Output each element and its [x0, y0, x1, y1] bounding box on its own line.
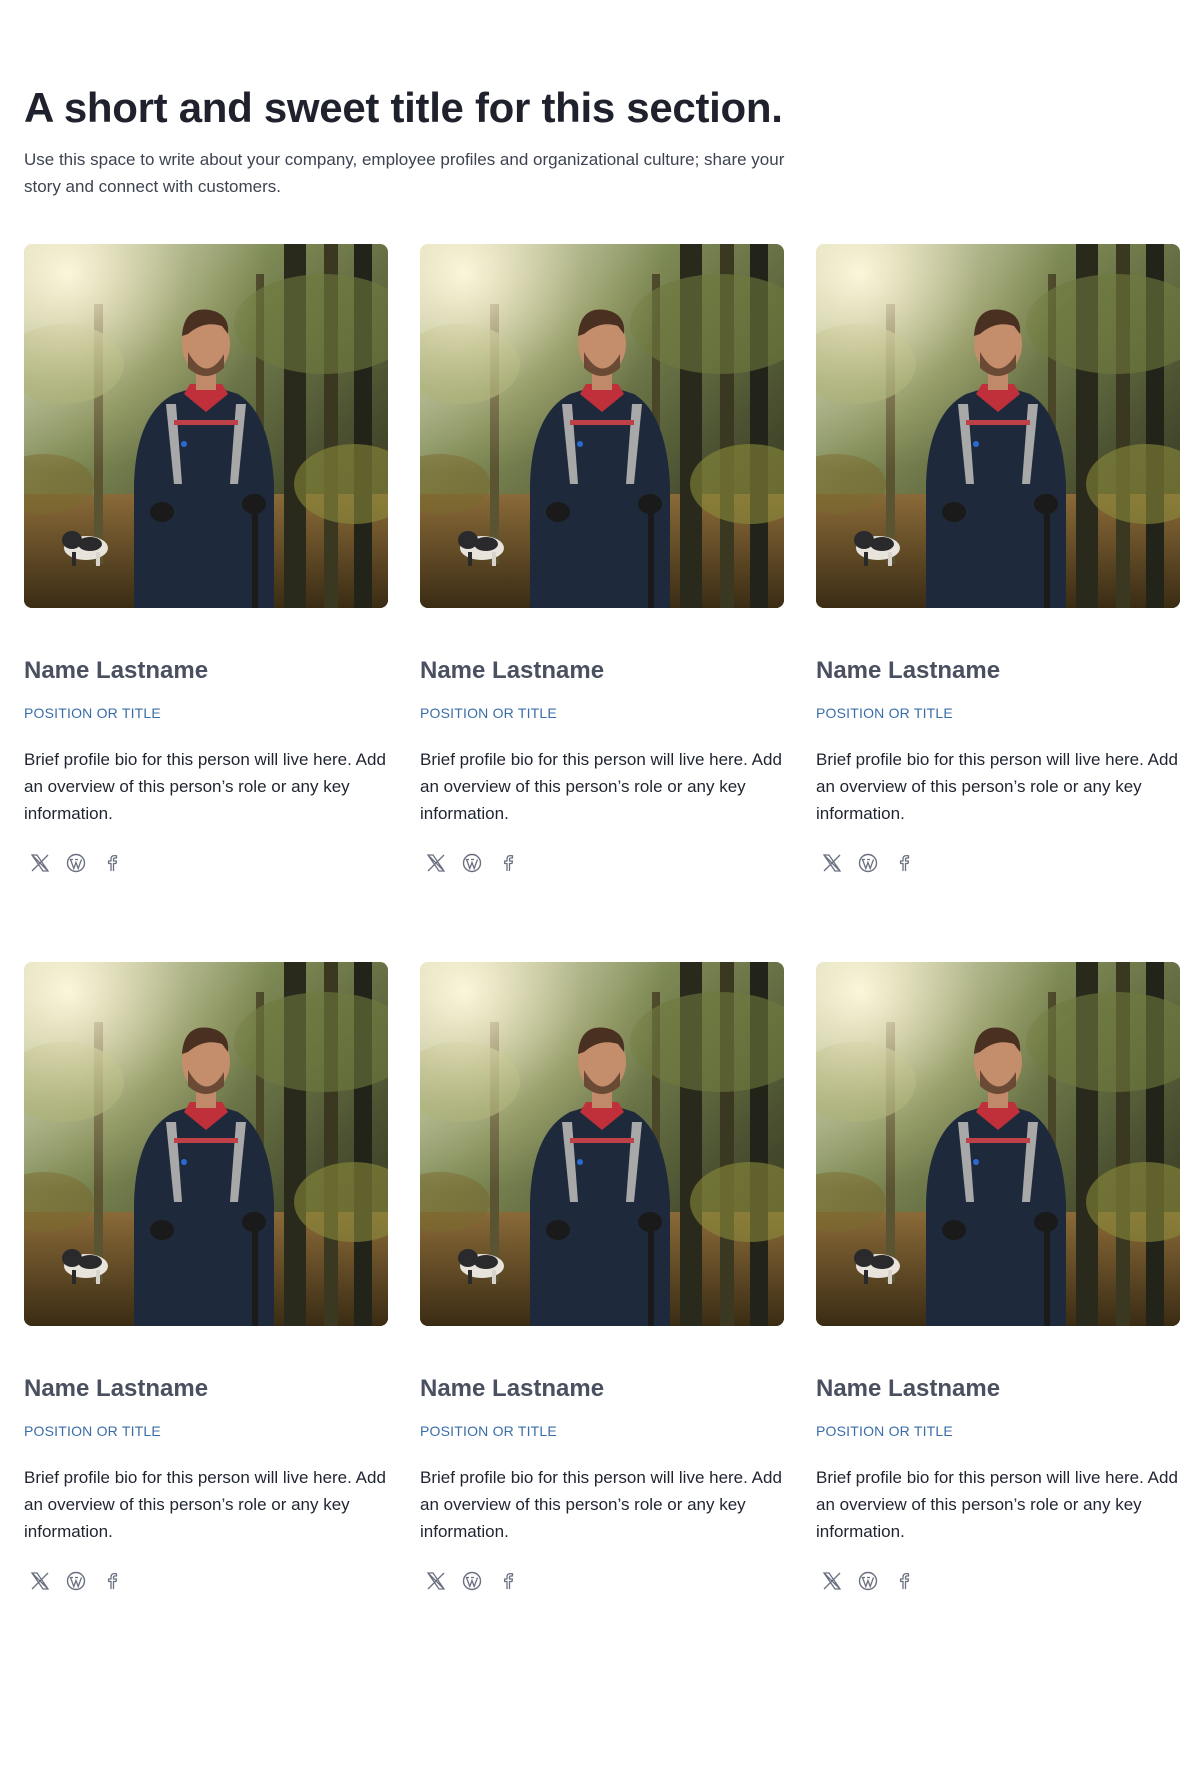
profile-photo: [816, 962, 1180, 1326]
profile-bio: Brief profile bio for this person will l…: [816, 750, 1178, 823]
section-header: A short and sweet title for this section…: [24, 82, 844, 200]
profile-photo: [420, 962, 784, 1326]
social-links: [24, 1571, 388, 1591]
facebook-icon[interactable]: [102, 1571, 122, 1591]
profile-photo: [24, 962, 388, 1326]
facebook-icon[interactable]: [498, 1571, 518, 1591]
x-icon[interactable]: [426, 1571, 446, 1591]
profile-position: POSITION OR TITLE: [24, 705, 161, 721]
profile-position: POSITION OR TITLE: [24, 1423, 161, 1439]
profile-bio: Brief profile bio for this person will l…: [420, 1468, 782, 1541]
x-icon[interactable]: [30, 853, 50, 873]
profile-name: Name Lastname: [816, 657, 1001, 684]
facebook-icon[interactable]: [102, 853, 122, 873]
social-links: [420, 853, 784, 873]
profile-card: Name Lastname POSITION OR TITLE Brief pr…: [816, 962, 1180, 1680]
social-links: [24, 853, 388, 873]
profile-bio: Brief profile bio for this person will l…: [24, 1468, 386, 1541]
section-subtitle: Use this space to write about your compa…: [24, 150, 785, 196]
wordpress-icon[interactable]: [858, 853, 878, 873]
x-icon[interactable]: [822, 853, 842, 873]
profile-bio: Brief profile bio for this person will l…: [816, 1468, 1178, 1541]
wordpress-icon[interactable]: [462, 1571, 482, 1591]
profile-card: Name Lastname POSITION OR TITLE Brief pr…: [420, 962, 784, 1680]
x-icon[interactable]: [30, 1571, 50, 1591]
profile-photo: [24, 244, 388, 608]
profile-card: Name Lastname POSITION OR TITLE Brief pr…: [24, 962, 388, 1680]
profile-name: Name Lastname: [420, 1375, 605, 1402]
profile-card: Name Lastname POSITION OR TITLE Brief pr…: [816, 244, 1180, 962]
profile-position: POSITION OR TITLE: [420, 705, 557, 721]
profile-name: Name Lastname: [816, 1375, 1001, 1402]
profile-name: Name Lastname: [420, 657, 605, 684]
profile-bio: Brief profile bio for this person will l…: [420, 750, 782, 823]
profile-photo: [420, 244, 784, 608]
profile-name: Name Lastname: [24, 657, 209, 684]
profile-position: POSITION OR TITLE: [420, 1423, 557, 1439]
x-icon[interactable]: [426, 853, 446, 873]
social-links: [816, 1571, 1180, 1591]
wordpress-icon[interactable]: [462, 853, 482, 873]
social-links: [420, 1571, 784, 1591]
profile-bio: Brief profile bio for this person will l…: [24, 750, 386, 823]
social-links: [816, 853, 1180, 873]
section-title: A short and sweet title for this section…: [24, 84, 783, 131]
facebook-icon[interactable]: [498, 853, 518, 873]
profile-card: Name Lastname POSITION OR TITLE Brief pr…: [420, 244, 784, 962]
wordpress-icon[interactable]: [66, 1571, 86, 1591]
profile-position: POSITION OR TITLE: [816, 705, 953, 721]
profile-card: Name Lastname POSITION OR TITLE Brief pr…: [24, 244, 388, 962]
team-grid: Name Lastname POSITION OR TITLE Brief pr…: [24, 244, 1184, 1680]
x-icon[interactable]: [822, 1571, 842, 1591]
wordpress-icon[interactable]: [66, 853, 86, 873]
facebook-icon[interactable]: [894, 1571, 914, 1591]
profile-photo: [816, 244, 1180, 608]
wordpress-icon[interactable]: [858, 1571, 878, 1591]
profile-name: Name Lastname: [24, 1375, 209, 1402]
facebook-icon[interactable]: [894, 853, 914, 873]
profile-position: POSITION OR TITLE: [816, 1423, 953, 1439]
